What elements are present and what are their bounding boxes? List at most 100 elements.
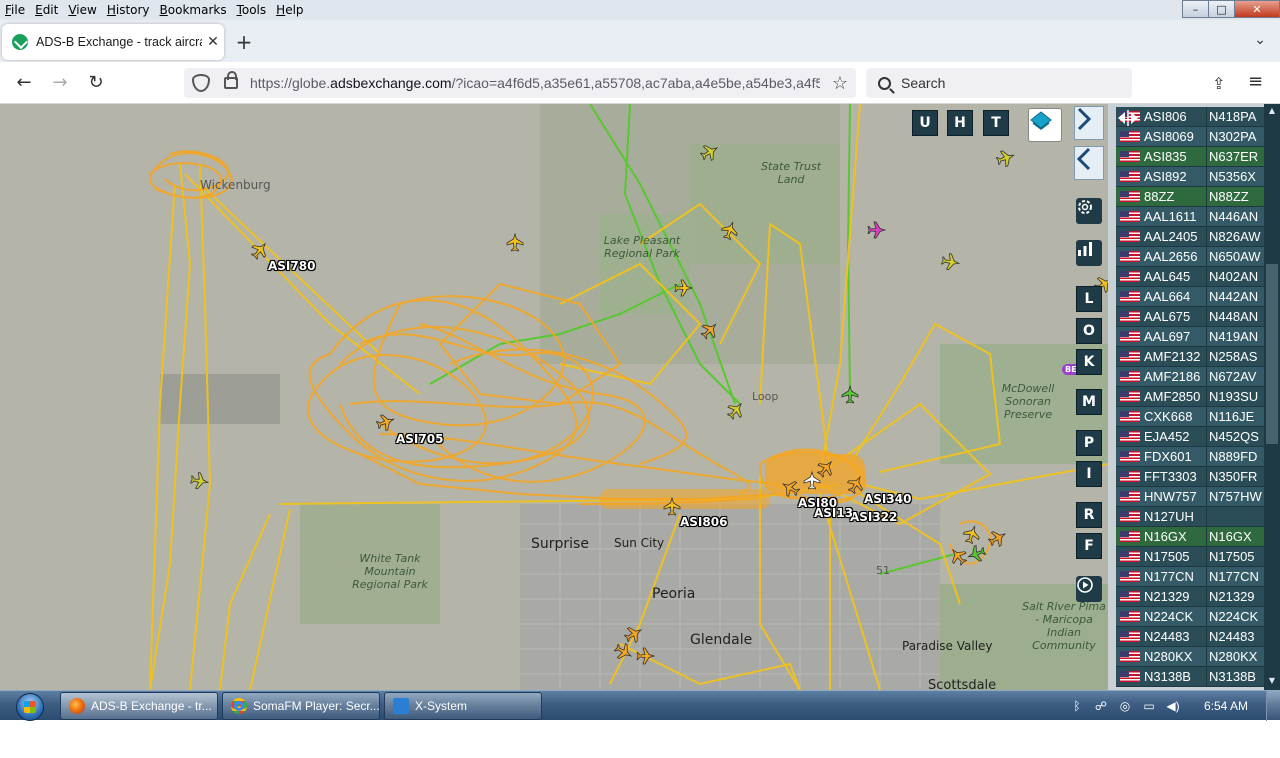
aircraft-list-row[interactable]: AAL2405 N826AW bbox=[1116, 226, 1264, 247]
volume-icon[interactable]: ◀) bbox=[1166, 699, 1180, 713]
aircraft-list-row[interactable]: CXK668 N116JE bbox=[1116, 406, 1264, 427]
menu-file[interactable]: File bbox=[0, 3, 30, 17]
menu-bookmarks[interactable]: Bookmarks bbox=[155, 3, 232, 17]
aircraft-list-row[interactable]: ASI835 N637ER bbox=[1116, 146, 1264, 167]
url-bar[interactable]: https://globe.adsbexchange.com/?icao=a4f… bbox=[184, 68, 856, 98]
aircraft-list-row[interactable]: AAL675 N448AN bbox=[1116, 306, 1264, 327]
aircraft-list-row[interactable]: N224CK N224CK bbox=[1116, 606, 1264, 627]
toggle-i-button[interactable]: I bbox=[1076, 461, 1102, 487]
steam-icon[interactable]: ◎ bbox=[1118, 699, 1132, 713]
new-tab-button[interactable]: + bbox=[232, 30, 256, 54]
map-canvas[interactable]: Wickenburg State Trust Land Lake Pleasan… bbox=[0, 104, 1108, 690]
url-text[interactable]: https://globe.adsbexchange.com/?icao=a4f… bbox=[250, 75, 820, 91]
close-window-button[interactable]: ✕ bbox=[1234, 0, 1280, 18]
forward-button[interactable]: → bbox=[48, 72, 72, 93]
prev-panel-button[interactable] bbox=[1074, 146, 1104, 180]
bookmark-star-icon[interactable]: ☆ bbox=[832, 73, 848, 94]
menu-edit[interactable]: Edit bbox=[30, 3, 63, 17]
aircraft-list-row[interactable]: AMF2186 N672AV bbox=[1116, 366, 1264, 387]
aircraft-list-row[interactable]: N24483 N24483 bbox=[1116, 626, 1264, 647]
toggle-k-button[interactable]: K bbox=[1076, 349, 1102, 375]
scrollbar-thumb[interactable] bbox=[1266, 264, 1278, 444]
toggle-u-button[interactable]: U bbox=[912, 110, 938, 136]
taskbar-item-chrome[interactable]: SomaFM Player: Secr... bbox=[222, 692, 380, 720]
bluetooth-icon[interactable]: ᛒ bbox=[1070, 699, 1084, 713]
aircraft-list-row[interactable]: EJA452 N452QS bbox=[1116, 426, 1264, 447]
network-icon[interactable]: ☍ bbox=[1094, 699, 1108, 713]
menu-tools[interactable]: Tools bbox=[232, 3, 272, 17]
aircraft-list-row[interactable]: N16GX N16GX bbox=[1116, 526, 1264, 547]
aircraft-list-scrollbar[interactable]: ▲ ▼ bbox=[1264, 104, 1280, 690]
aircraft-list-row[interactable]: AAL1611 N446AN bbox=[1116, 206, 1264, 227]
aircraft-list-row[interactable]: AAL645 N402AN bbox=[1116, 266, 1264, 287]
scroll-up-icon[interactable]: ▲ bbox=[1266, 106, 1278, 118]
scroll-down-icon[interactable]: ▼ bbox=[1266, 676, 1278, 688]
maximize-button[interactable]: □ bbox=[1208, 0, 1235, 18]
us-flag-icon bbox=[1120, 291, 1140, 302]
aircraft-list-row[interactable]: N3138B N3138B bbox=[1116, 666, 1264, 687]
aircraft-list-row[interactable]: AAL664 N442AN bbox=[1116, 286, 1264, 307]
toggle-t-button[interactable]: T bbox=[983, 110, 1009, 136]
taskbar-item-firefox[interactable]: ADS-B Exchange - tr... bbox=[60, 692, 218, 720]
system-tray: ᛒ ☍ ◎ ▭ ◀) 6:54 AM bbox=[1070, 691, 1270, 721]
aircraft-list-row[interactable]: AAL697 N419AN bbox=[1116, 326, 1264, 347]
list-tabs-chevron-icon[interactable]: ⌄ bbox=[1254, 32, 1266, 48]
beta-features-button[interactable] bbox=[1076, 240, 1102, 266]
aircraft-list-row[interactable]: ASI892 N5356X bbox=[1116, 166, 1264, 187]
toggle-m-button[interactable]: M bbox=[1076, 389, 1102, 415]
tracking-protection-shield-icon[interactable] bbox=[192, 74, 210, 92]
aircraft-list-row[interactable]: AAL2656 N650AW bbox=[1116, 246, 1264, 267]
aircraft-list-row[interactable]: AMF2850 N193SU bbox=[1116, 386, 1264, 407]
aircraft-list-row[interactable]: FFT3303 N350FR bbox=[1116, 466, 1264, 487]
aircraft-label-asi780[interactable]: ASI780 bbox=[268, 259, 315, 273]
menu-view[interactable]: View bbox=[63, 3, 101, 17]
aircraft-registration: N193SU bbox=[1209, 389, 1259, 404]
start-button[interactable] bbox=[6, 691, 48, 721]
aircraft-label-asi322[interactable]: ASI322 bbox=[850, 510, 897, 524]
column-resize-handle[interactable] bbox=[1114, 108, 1142, 144]
next-panel-button[interactable] bbox=[1074, 106, 1104, 140]
menu-history[interactable]: History bbox=[102, 3, 155, 17]
menu-help[interactable]: Help bbox=[271, 3, 308, 17]
aircraft-label-asi13[interactable]: ASI13 bbox=[814, 506, 853, 520]
minimize-button[interactable]: – bbox=[1182, 0, 1209, 18]
aircraft-list-row[interactable]: FDX601 N889FD bbox=[1116, 446, 1264, 467]
aircraft-list-row[interactable]: AMF2132 N258AS bbox=[1116, 346, 1264, 367]
navigation-bar: ← → ↻ https://globe.adsbexchange.com/?ic… bbox=[0, 62, 1280, 104]
aircraft-list-row[interactable]: N21329 N21329 bbox=[1116, 586, 1264, 607]
aircraft-list-row[interactable]: N17505 N17505 bbox=[1116, 546, 1264, 567]
reload-button[interactable]: ↻ bbox=[84, 72, 108, 93]
replay-button[interactable] bbox=[1076, 576, 1102, 602]
taskbar-clock[interactable]: 6:54 AM bbox=[1204, 699, 1248, 713]
toggle-o-button[interactable]: O bbox=[1076, 318, 1102, 344]
share-icon[interactable]: ⇪ bbox=[1212, 74, 1225, 93]
screen: File Edit View History Bookmarks Tools H… bbox=[0, 0, 1280, 758]
aircraft-list-row[interactable]: N127UH bbox=[1116, 506, 1264, 527]
tab-close-icon[interactable]: ✕ bbox=[202, 34, 224, 50]
aircraft-label-asi340[interactable]: ASI340 bbox=[864, 492, 911, 506]
toggle-p-button[interactable]: P bbox=[1076, 430, 1102, 456]
show-desktop-button[interactable] bbox=[1266, 691, 1280, 721]
monitor-icon[interactable]: ▭ bbox=[1142, 699, 1156, 713]
toggle-l-button[interactable]: L bbox=[1076, 286, 1102, 312]
toggle-f-button[interactable]: F bbox=[1076, 533, 1102, 559]
hamburger-menu-icon[interactable]: ≡ bbox=[1248, 71, 1263, 92]
aircraft-list-row[interactable]: 88ZZ N88ZZ bbox=[1116, 186, 1264, 207]
search-bar[interactable]: Search bbox=[866, 68, 1132, 98]
aircraft-label-asi705[interactable]: ASI705 bbox=[396, 432, 443, 446]
aircraft-label-asi806[interactable]: ASI806 bbox=[680, 515, 727, 529]
back-button[interactable]: ← bbox=[12, 72, 36, 93]
tab-adsb-exchange[interactable]: ADS-B Exchange - track aircraft ✕ bbox=[2, 24, 224, 60]
us-flag-icon bbox=[1120, 371, 1140, 382]
taskbar-item-xsystem[interactable]: X-System bbox=[384, 692, 542, 720]
toggle-h-button[interactable]: H bbox=[947, 110, 973, 136]
toggle-r-button[interactable]: R bbox=[1076, 502, 1102, 528]
us-flag-icon bbox=[1120, 231, 1140, 242]
lock-icon[interactable] bbox=[224, 71, 238, 89]
map-layers-button[interactable] bbox=[1028, 108, 1062, 142]
settings-button[interactable] bbox=[1076, 198, 1102, 224]
aircraft-list-row[interactable]: N280KX N280KX bbox=[1116, 646, 1264, 667]
aircraft-list-row[interactable]: HNW757 N757HW bbox=[1116, 486, 1264, 507]
city-label-sun-city: Sun City bbox=[614, 536, 665, 550]
aircraft-list-row[interactable]: N177CN N177CN bbox=[1116, 566, 1264, 587]
